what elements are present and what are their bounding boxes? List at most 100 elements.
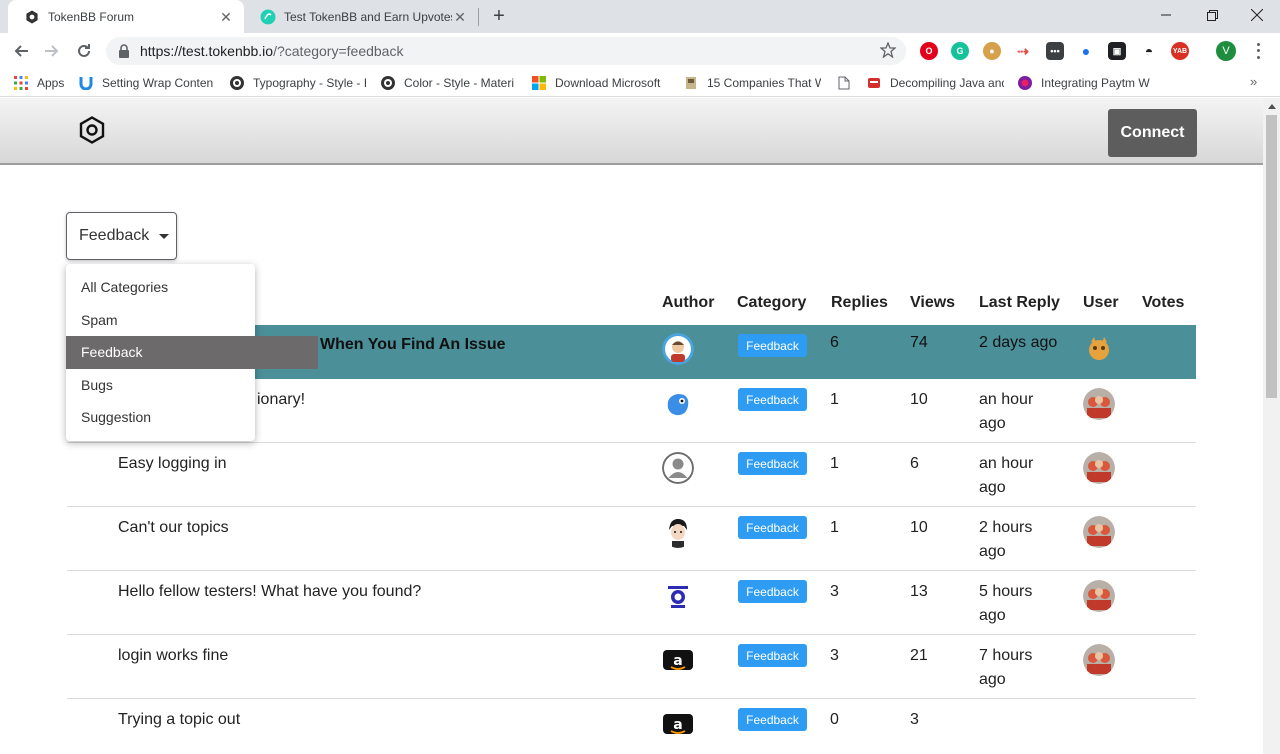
default-user-avatar-icon[interactable] [662, 452, 694, 484]
last-reply: 7 hours ago [979, 647, 1033, 688]
category-option-spam[interactable]: Spam [66, 304, 255, 337]
topic-row[interactable]: login works fine a Feedback 3 21 7 hours… [67, 635, 1196, 699]
replies-count: 1 [830, 455, 839, 472]
bookmark-apps[interactable]: Apps [13, 74, 73, 92]
category-select[interactable]: Feedback [66, 212, 177, 260]
tab-title: Test TokenBB and Earn Upvotes! | S [284, 9, 452, 24]
page-thumb-icon [683, 75, 699, 91]
bookmark-color[interactable]: Color - Style - Materi [380, 74, 518, 92]
category-badge[interactable]: Feedback [738, 334, 807, 357]
bookmark-label: Decompiling Java and [890, 76, 1004, 90]
replies-count: 3 [830, 647, 839, 664]
user-avatar[interactable] [1083, 452, 1115, 484]
restore-icon[interactable] [1189, 0, 1235, 30]
topic-title[interactable]: When You Find An Issue [320, 333, 505, 357]
category-badge[interactable]: Feedback [738, 516, 807, 539]
connect-button[interactable]: Connect [1108, 109, 1197, 157]
dots-extension-icon[interactable]: ••• [1046, 42, 1064, 60]
user-avatar[interactable] [1083, 580, 1115, 612]
topic-title[interactable]: Can't our topics [118, 516, 229, 540]
bulb-extension-icon[interactable]: ● [1077, 42, 1095, 60]
u-logo-icon [78, 75, 94, 91]
tab-title: TokenBB Forum [48, 9, 135, 24]
arrow-extension-icon[interactable]: ⇢ [1014, 42, 1032, 60]
views-count: 3 [910, 711, 919, 728]
close-tab-icon[interactable]: ✕ [218, 9, 234, 25]
svg-text:a: a [673, 717, 682, 733]
category-option-feedback[interactable]: Feedback [66, 336, 318, 369]
category-badge[interactable]: Feedback [738, 708, 807, 731]
topic-title[interactable]: Trying a topic out [118, 708, 240, 732]
bookmark-decompiling-java[interactable]: Decompiling Java and [866, 74, 1004, 92]
bookmark-15-companies[interactable]: 15 Companies That W [683, 74, 821, 92]
topic-row[interactable]: Trying a topic out a Feedback 0 3 [67, 699, 1196, 754]
bookmark-integrating-paytm[interactable]: Integrating Paytm W [1017, 74, 1155, 92]
material-icon [380, 75, 396, 91]
topic-title[interactable]: Easy logging in [118, 452, 227, 476]
forward-icon[interactable] [38, 37, 66, 65]
user-avatar[interactable] [1083, 516, 1115, 548]
category-badge[interactable]: Feedback [738, 580, 807, 603]
yab-extension-icon[interactable]: YAB [1171, 42, 1189, 60]
bookmark-document[interactable] [836, 74, 856, 92]
close-window-icon[interactable] [1234, 0, 1280, 30]
bookmark-typography[interactable]: Typography - Style - I [229, 74, 367, 92]
topic-row[interactable]: Hello fellow testers! What have you foun… [67, 571, 1196, 635]
scroll-up-arrow-icon[interactable] [1263, 98, 1280, 115]
grammarly-extension-icon[interactable]: G [951, 42, 969, 60]
address-bar[interactable]: https://test.tokenbb.io/?category=feedba… [106, 37, 906, 65]
topic-title[interactable]: Hello fellow testers! What have you foun… [118, 580, 421, 604]
opera-extension-icon[interactable]: O [920, 42, 938, 60]
views-count: 10 [910, 391, 928, 408]
bookmark-label: Typography - Style - I [253, 76, 367, 90]
scrollbar-thumb[interactable] [1266, 115, 1277, 398]
bookmark-label: Integrating Paytm W [1041, 76, 1150, 90]
category-option-suggestion[interactable]: Suggestion [66, 401, 255, 434]
category-option-bugs[interactable]: Bugs [66, 369, 255, 402]
bookmark-label: Color - Style - Materi [404, 76, 515, 90]
url-path: /?category=feedback [273, 43, 404, 59]
cookie-extension-icon[interactable]: ● [983, 42, 1001, 60]
new-tab-icon[interactable]: + [487, 5, 511, 29]
profile-avatar[interactable]: V [1216, 41, 1236, 61]
site-header: Connect [0, 98, 1263, 165]
tokenbb-logo-icon[interactable] [79, 116, 105, 144]
minimize-icon[interactable] [1143, 0, 1189, 30]
tab-tokenbb-forum[interactable]: TokenBB Forum ✕ [8, 0, 244, 33]
bookmark-download-microsoft[interactable]: Download Microsoft [531, 74, 669, 92]
amazon-avatar-icon[interactable]: a [662, 644, 694, 676]
replies-count: 1 [830, 391, 839, 408]
user-avatar[interactable] [1083, 388, 1115, 420]
page-viewport: Connect Feedback Author Category Replies… [0, 98, 1263, 754]
author-avatar[interactable] [662, 580, 694, 612]
author-avatar[interactable] [662, 388, 694, 420]
topic-title[interactable]: ionary! [257, 388, 305, 412]
incognito-extension-icon[interactable]: ◓ [1140, 42, 1158, 60]
amazon-avatar-icon[interactable]: a [662, 708, 694, 740]
close-tab-icon[interactable]: ✕ [452, 9, 468, 25]
user-avatar[interactable] [1083, 333, 1115, 365]
more-bookmarks-icon[interactable]: » [1250, 74, 1257, 89]
category-badge[interactable]: Feedback [738, 644, 807, 667]
category-badge[interactable]: Feedback [738, 388, 807, 411]
material-icon [229, 75, 245, 91]
author-avatar[interactable] [662, 516, 694, 548]
reload-icon[interactable] [70, 37, 98, 65]
bookmark-setting-wrap[interactable]: Setting Wrap Conten [78, 74, 216, 92]
topic-title[interactable]: login works fine [118, 644, 228, 668]
replies-count: 3 [830, 583, 839, 600]
back-icon[interactable] [7, 37, 35, 65]
author-avatar[interactable] [662, 333, 694, 365]
page-scrollbar[interactable] [1263, 98, 1280, 754]
category-option-all[interactable]: All Categories [66, 271, 255, 304]
pixel-extension-icon[interactable]: ▣ [1108, 42, 1126, 60]
bookmark-star-icon[interactable] [879, 41, 897, 61]
category-badge[interactable]: Feedback [738, 452, 807, 475]
chrome-menu-icon[interactable] [1250, 41, 1266, 61]
user-avatar[interactable] [1083, 644, 1115, 676]
topic-row[interactable]: Can't our topics Feedback 1 10 2 hours a… [67, 507, 1196, 571]
tokenbb-favicon-icon [24, 9, 40, 25]
tab-test-tokenbb[interactable]: Test TokenBB and Earn Upvotes! | S ✕ [244, 0, 478, 33]
topic-row[interactable]: Easy logging in Feedback 1 6 an hour ago [67, 443, 1196, 507]
column-header-last-reply: Last Reply [979, 294, 1060, 311]
